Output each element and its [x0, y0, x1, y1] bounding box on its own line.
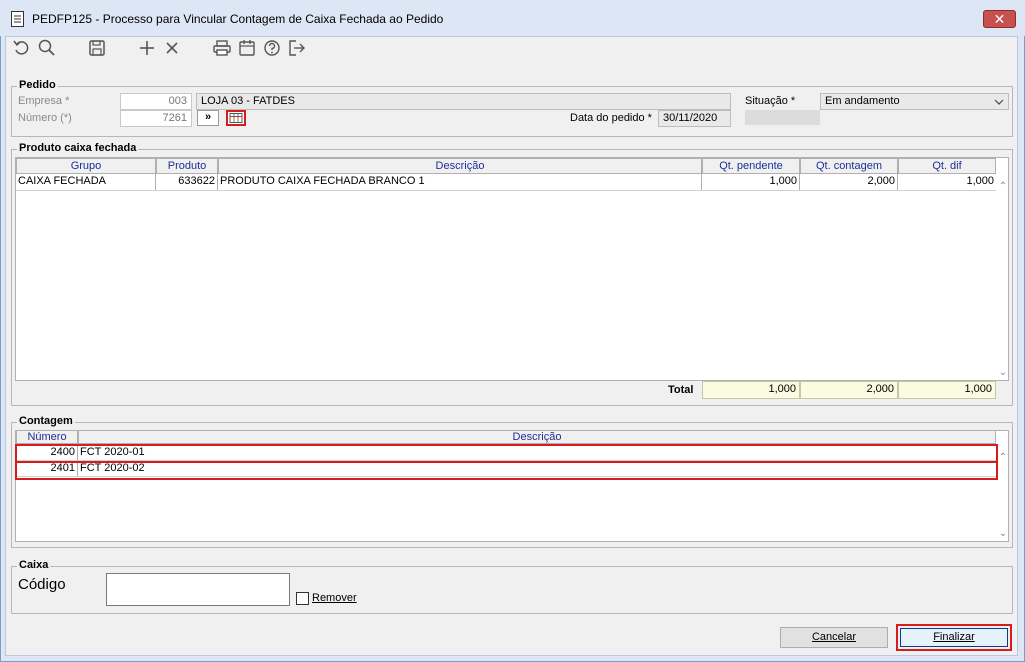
- produto-title: Produto caixa fechada: [17, 142, 139, 154]
- scroll-down-icon[interactable]: ⌄: [997, 528, 1009, 540]
- remover-label[interactable]: Remover: [312, 592, 357, 604]
- data-pedido-field: 30/11/2020: [658, 110, 731, 127]
- scroll-up-icon[interactable]: ⌃: [997, 181, 1009, 193]
- help-icon[interactable]: [262, 38, 282, 58]
- col-grupo[interactable]: Grupo: [16, 158, 156, 174]
- table-row[interactable]: CAIXA FECHADA 633622 PRODUTO CAIXA FECHA…: [16, 174, 996, 191]
- cell-qt-pendente: 1,000: [702, 174, 800, 190]
- delete-icon[interactable]: [162, 38, 182, 58]
- empresa-label: Empresa *: [18, 95, 70, 107]
- calendar-icon[interactable]: [237, 38, 257, 58]
- situacao-select[interactable]: Em andamento: [820, 93, 1009, 110]
- situacao-value: Em andamento: [825, 95, 900, 107]
- empresa-code-field[interactable]: 003: [120, 93, 192, 110]
- refresh-icon[interactable]: [12, 38, 32, 58]
- remover-checkbox[interactable]: [296, 592, 309, 605]
- finalize-button[interactable]: Finalizar: [900, 628, 1008, 647]
- order-grid-icon[interactable]: [226, 110, 246, 126]
- total-label: Total: [668, 384, 694, 396]
- close-button[interactable]: ✕: [983, 10, 1016, 28]
- col-numero[interactable]: Número: [16, 430, 78, 444]
- situacao-extra-field: [745, 110, 820, 125]
- col-qt-pendente[interactable]: Qt. pendente: [702, 158, 800, 174]
- cell-produto: 633622: [156, 174, 218, 190]
- window-title: PEDFP125 - Processo para Vincular Contag…: [32, 12, 444, 26]
- cell-grupo: CAIXA FECHADA: [16, 174, 156, 190]
- cell-descricao: PRODUTO CAIXA FECHADA BRANCO 1: [218, 174, 702, 190]
- scroll-up-icon[interactable]: ⌃: [997, 452, 1009, 464]
- total-qt-pendente: 1,000: [702, 381, 800, 399]
- total-qt-dif: 1,000: [898, 381, 996, 399]
- scroll-down-icon[interactable]: ⌄: [997, 367, 1009, 379]
- contagem-title: Contagem: [17, 415, 75, 427]
- pedido-title: Pedido: [17, 79, 58, 91]
- chevron-down-icon[interactable]: [993, 96, 1005, 108]
- cancel-button[interactable]: Cancelar: [780, 627, 888, 648]
- col-qt-dif[interactable]: Qt. dif: [898, 158, 996, 174]
- col-descricao[interactable]: Descrição: [218, 158, 702, 174]
- cell-qt-dif: 1,000: [966, 175, 994, 187]
- numero-field[interactable]: 7261: [120, 110, 192, 127]
- col-produto[interactable]: Produto: [156, 158, 218, 174]
- add-icon[interactable]: [137, 38, 157, 58]
- selection-divider: [15, 461, 998, 463]
- save-icon[interactable]: [87, 38, 107, 58]
- caixa-title: Caixa: [17, 559, 51, 571]
- col-contagem-descricao[interactable]: Descrição: [78, 430, 996, 444]
- exit-icon[interactable]: [287, 38, 307, 58]
- codigo-label: Código: [18, 576, 66, 593]
- print-icon[interactable]: [212, 38, 232, 58]
- goto-order-button[interactable]: »: [197, 110, 219, 126]
- numero-label: Número (*): [18, 112, 72, 124]
- cell-qt-contagem: 2,000: [800, 174, 898, 190]
- empresa-name-field: LOJA 03 - FATDES: [196, 93, 731, 110]
- document-icon: [11, 11, 24, 27]
- total-qt-contagem: 2,000: [800, 381, 898, 399]
- data-pedido-label: Data do pedido *: [570, 112, 652, 124]
- situacao-label: Situação *: [745, 95, 796, 107]
- codigo-input[interactable]: [106, 573, 290, 606]
- search-icon[interactable]: [37, 38, 57, 58]
- col-qt-contagem[interactable]: Qt. contagem: [800, 158, 898, 174]
